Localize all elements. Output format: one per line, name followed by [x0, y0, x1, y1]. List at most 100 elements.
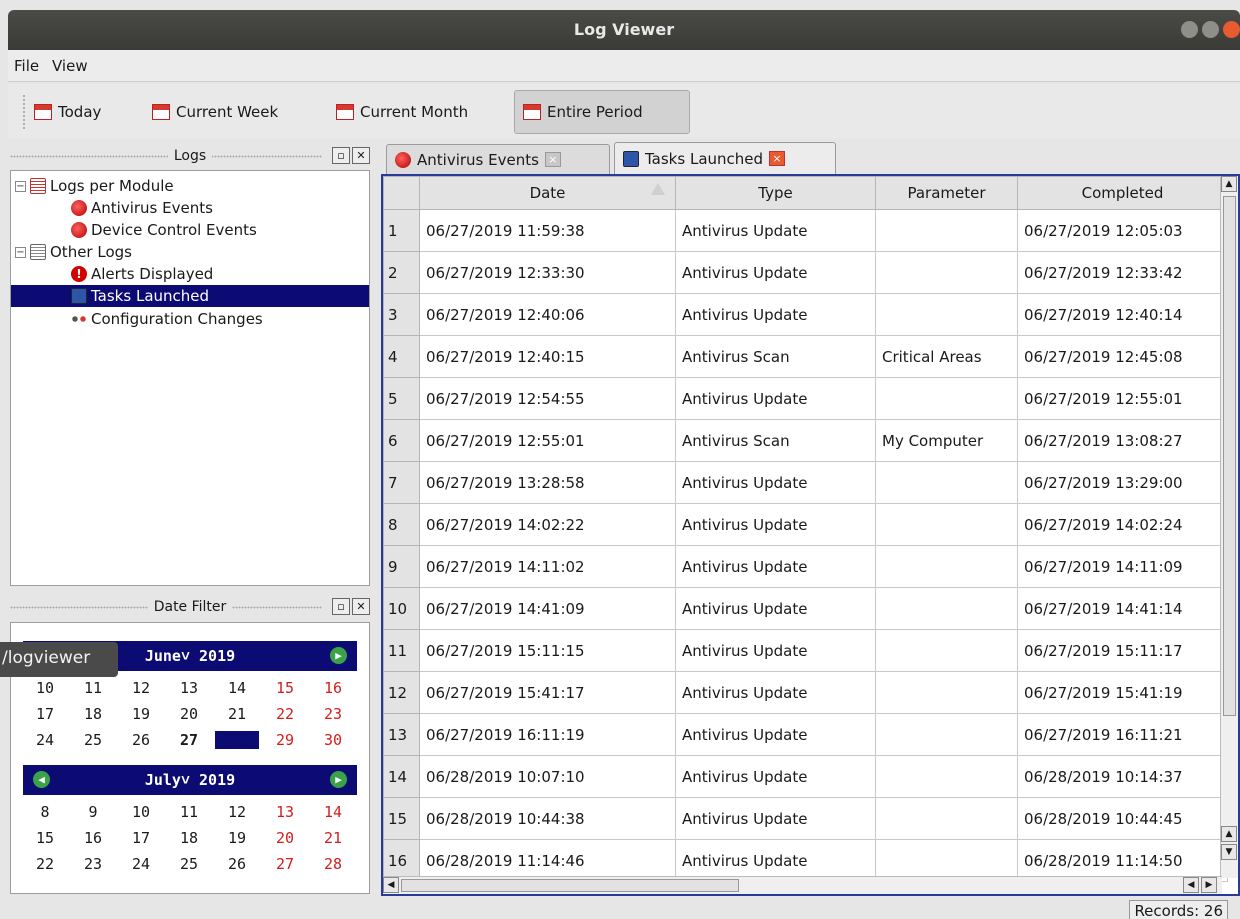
menu-file[interactable]: File: [14, 57, 39, 75]
next-month-icon[interactable]: ▶: [330, 771, 347, 788]
cell-type[interactable]: Antivirus Update: [675, 587, 876, 630]
cell-completed[interactable]: 06/27/2019 12:40:14: [1017, 293, 1228, 336]
cell-parameter[interactable]: [875, 293, 1018, 336]
cell-date[interactable]: 06/27/2019 14:41:09: [419, 587, 676, 630]
scroll-right-icon[interactable]: ▶: [1201, 877, 1217, 893]
float-icon[interactable]: ▫: [332, 147, 350, 164]
cell-type[interactable]: Antivirus Update: [675, 377, 876, 420]
column-header-completed[interactable]: Completed: [1017, 176, 1228, 210]
close-icon[interactable]: ×: [769, 151, 786, 166]
column-header-date[interactable]: Date: [419, 176, 676, 210]
row-number[interactable]: 7: [383, 461, 420, 504]
cell-date[interactable]: 06/28/2019 10:07:10: [419, 755, 676, 798]
menu-view[interactable]: View: [52, 57, 88, 75]
row-number[interactable]: 1: [383, 209, 420, 252]
calendar-day[interactable]: 13: [263, 803, 307, 821]
cell-completed[interactable]: 06/27/2019 15:41:19: [1017, 671, 1228, 714]
cell-type[interactable]: Antivirus Update: [675, 545, 876, 588]
table-row[interactable]: 6 06/27/2019 12:55:01 Antivirus Scan My Com…: [383, 419, 1228, 462]
cell-type[interactable]: Antivirus Scan: [675, 335, 876, 378]
calendar-day-today[interactable]: 27: [167, 731, 211, 749]
scroll-up-icon[interactable]: ▲: [1221, 826, 1237, 842]
row-number[interactable]: 12: [383, 671, 420, 714]
cell-completed[interactable]: 06/27/2019 14:41:14: [1017, 587, 1228, 630]
calendar-day-selected[interactable]: 28: [215, 731, 259, 749]
calendar-day[interactable]: 30: [311, 731, 355, 749]
calendar-day[interactable]: 18: [71, 705, 115, 723]
cell-date[interactable]: 06/27/2019 12:40:15: [419, 335, 676, 378]
cell-completed[interactable]: 06/27/2019 14:02:24: [1017, 503, 1228, 546]
cell-completed[interactable]: 06/27/2019 12:05:03: [1017, 209, 1228, 252]
entire-period-button[interactable]: Entire Period: [514, 90, 690, 134]
calendar-day[interactable]: 15: [23, 829, 67, 847]
close-icon[interactable]: ✕: [352, 147, 370, 164]
cell-date[interactable]: 06/27/2019 15:41:17: [419, 671, 676, 714]
cell-parameter[interactable]: [875, 797, 1018, 840]
table-row[interactable]: 14 06/28/2019 10:07:10 Antivirus Update 06/…: [383, 755, 1228, 798]
calendar-day[interactable]: 14: [215, 679, 259, 697]
horizontal-scrollbar[interactable]: ◀ ◀ ▶: [383, 876, 1222, 894]
cell-date[interactable]: 06/27/2019 12:55:01: [419, 419, 676, 462]
table-row[interactable]: 4 06/27/2019 12:40:15 Antivirus Scan Critic…: [383, 335, 1228, 378]
calendar-day[interactable]: 13: [167, 679, 211, 697]
scroll-down-icon[interactable]: ▼: [1221, 844, 1237, 860]
calendar-day[interactable]: 20: [263, 829, 307, 847]
cell-parameter[interactable]: [875, 209, 1018, 252]
calendar-day[interactable]: 17: [119, 829, 163, 847]
next-month-icon[interactable]: ▶: [330, 647, 347, 664]
calendar-day[interactable]: 25: [167, 855, 211, 873]
cell-completed[interactable]: 06/27/2019 15:11:17: [1017, 629, 1228, 672]
row-number[interactable]: 5: [383, 377, 420, 420]
calendar-day[interactable]: 19: [215, 829, 259, 847]
cell-date[interactable]: 06/27/2019 16:11:19: [419, 713, 676, 756]
calendar-day[interactable]: 25: [71, 731, 115, 749]
calendar-day[interactable]: 11: [167, 803, 211, 821]
calendar-day[interactable]: 9: [71, 803, 115, 821]
calendar-day[interactable]: 15: [263, 679, 307, 697]
cell-type[interactable]: Antivirus Scan: [675, 419, 876, 462]
cell-date[interactable]: 06/28/2019 10:44:38: [419, 797, 676, 840]
calendar-day[interactable]: 28: [311, 855, 355, 873]
table-row[interactable]: 3 06/27/2019 12:40:06 Antivirus Update 06/2…: [383, 293, 1228, 336]
cell-date[interactable]: 06/27/2019 13:28:58: [419, 461, 676, 504]
cell-completed[interactable]: 06/27/2019 13:08:27: [1017, 419, 1228, 462]
calendar-day[interactable]: 24: [119, 855, 163, 873]
cell-completed[interactable]: 06/27/2019 12:33:42: [1017, 251, 1228, 294]
tree-item-configuration-changes[interactable]: Configuration Changes: [71, 308, 263, 330]
calendar-day[interactable]: 26: [119, 731, 163, 749]
close-icon[interactable]: ×: [544, 152, 561, 167]
minimize-button[interactable]: [1181, 21, 1198, 38]
cell-date[interactable]: 06/27/2019 12:33:30: [419, 251, 676, 294]
calendar-day[interactable]: 22: [23, 855, 67, 873]
row-number[interactable]: 2: [383, 251, 420, 294]
cell-type[interactable]: Antivirus Update: [675, 209, 876, 252]
close-icon[interactable]: ✕: [352, 598, 370, 615]
calendar-day[interactable]: 11: [71, 679, 115, 697]
tree-item-logs-per-module[interactable]: − Logs per Module: [15, 175, 174, 197]
collapse-icon[interactable]: −: [15, 246, 26, 258]
calendar-day[interactable]: 20: [167, 705, 211, 723]
tree-item-other-logs[interactable]: − Other Logs: [15, 241, 132, 263]
close-button[interactable]: [1223, 21, 1240, 38]
row-number[interactable]: 6: [383, 419, 420, 462]
calendar-day[interactable]: 12: [119, 679, 163, 697]
cell-date[interactable]: 06/27/2019 12:40:06: [419, 293, 676, 336]
calendar-day[interactable]: 24: [23, 731, 67, 749]
cell-type[interactable]: Antivirus Update: [675, 461, 876, 504]
cell-parameter[interactable]: [875, 461, 1018, 504]
calendar-day[interactable]: 16: [71, 829, 115, 847]
cell-date[interactable]: 06/27/2019 14:02:22: [419, 503, 676, 546]
row-number[interactable]: 10: [383, 587, 420, 630]
cell-type[interactable]: Antivirus Update: [675, 797, 876, 840]
row-number[interactable]: 13: [383, 713, 420, 756]
scroll-up-top-icon[interactable]: ▲: [1221, 176, 1237, 192]
calendar-day[interactable]: 10: [119, 803, 163, 821]
cell-type[interactable]: Antivirus Update: [675, 629, 876, 672]
cell-parameter[interactable]: [875, 251, 1018, 294]
table-row[interactable]: 1 06/27/2019 11:59:38 Antivirus Update 06/2…: [383, 209, 1228, 252]
table-row[interactable]: 8 06/27/2019 14:02:22 Antivirus Update 06/2…: [383, 503, 1228, 546]
cell-parameter[interactable]: [875, 545, 1018, 588]
cell-parameter[interactable]: Critical Areas: [875, 335, 1018, 378]
table-row[interactable]: 2 06/27/2019 12:33:30 Antivirus Update 06/2…: [383, 251, 1228, 294]
row-number[interactable]: 15: [383, 797, 420, 840]
